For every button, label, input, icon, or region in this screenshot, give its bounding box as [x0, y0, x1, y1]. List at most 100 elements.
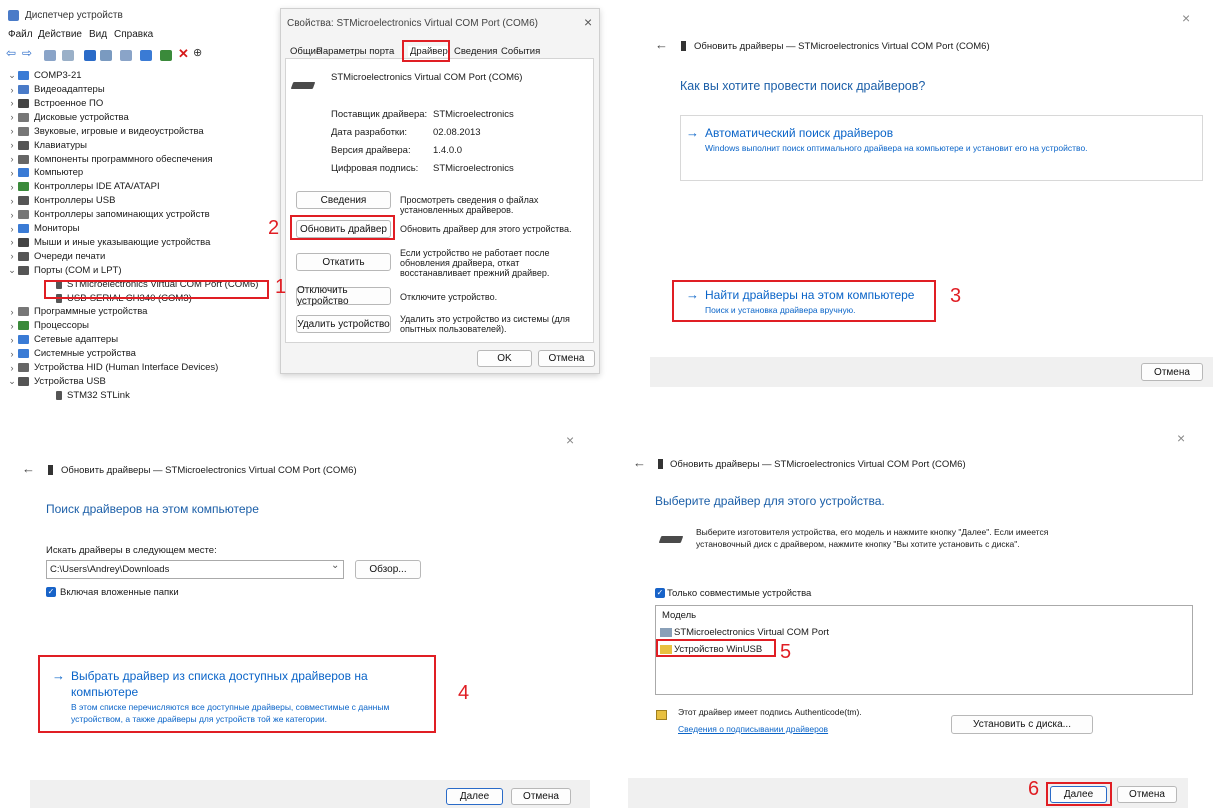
- tree-item[interactable]: › Очереди печати: [6, 250, 106, 263]
- disable-device-button[interactable]: Отключить устройство: [296, 285, 391, 307]
- tree-item[interactable]: › Дисковые устройства: [6, 111, 129, 124]
- wizard-footer: [30, 780, 590, 808]
- cancel-button[interactable]: Отмена: [1141, 363, 1203, 381]
- tree-item[interactable]: › Сетевые адаптеры: [6, 333, 119, 346]
- tree-item[interactable]: › Мыши и иные указывающие устройства: [6, 236, 211, 249]
- menu-view[interactable]: Вид: [89, 29, 107, 40]
- list-icon[interactable]: [100, 50, 112, 61]
- menu-file[interactable]: Файл: [8, 29, 33, 40]
- wizard-footer: [650, 357, 1213, 387]
- close-icon[interactable]: ×: [1182, 10, 1190, 26]
- include-subfolders-checkbox[interactable]: ✓: [46, 587, 56, 597]
- device-category-icon: [18, 307, 29, 317]
- tree-item-label: Очереди печати: [34, 250, 106, 262]
- tree-item[interactable]: ⌄ Устройства USB: [6, 375, 106, 388]
- close-icon[interactable]: ×: [1177, 430, 1185, 446]
- back-arrow-icon[interactable]: ←: [22, 461, 35, 476]
- tree-item[interactable]: › Процессоры: [6, 319, 90, 332]
- update-driver-icon[interactable]: [160, 50, 172, 61]
- tree-item[interactable]: › Устройства HID (Human Interface Devices…: [6, 361, 219, 374]
- view-icon[interactable]: [62, 50, 74, 61]
- tree-root-label: COMP3-21: [34, 70, 82, 81]
- tree-item[interactable]: STM32 STLink: [44, 389, 130, 402]
- device-category-icon: [18, 85, 29, 94]
- tree-item[interactable]: › Компоненты программного обеспечения: [6, 153, 213, 166]
- chevron-right-icon[interactable]: ›: [6, 251, 18, 261]
- chevron-right-icon[interactable]: ›: [6, 224, 18, 234]
- chevron-right-icon[interactable]: ›: [6, 349, 18, 359]
- properties-close-icon[interactable]: ×: [584, 14, 592, 30]
- chevron-right-icon[interactable]: ›: [6, 237, 18, 247]
- path-input[interactable]: C:\Users\Andrey\Downloads: [50, 564, 169, 575]
- chevron-right-icon[interactable]: ›: [6, 85, 18, 95]
- tree-item[interactable]: › Встроенное ПО: [6, 97, 104, 110]
- chevron-down-icon[interactable]: ⌄: [6, 265, 18, 276]
- tree-item[interactable]: › Клавиатуры: [6, 139, 88, 152]
- ok-button[interactable]: OK: [477, 350, 532, 367]
- monitor-icon[interactable]: [140, 50, 152, 61]
- chevron-down-icon[interactable]: ⌄: [331, 560, 339, 571]
- tab-details[interactable]: Сведения: [454, 46, 497, 57]
- chevron-right-icon[interactable]: ›: [6, 140, 18, 150]
- update-driver-desc: Обновить драйвер для этого устройства.: [400, 224, 572, 234]
- tab-events[interactable]: События: [501, 46, 540, 57]
- chevron-down-icon[interactable]: ⌄: [6, 376, 18, 387]
- tree-item[interactable]: › Видеоадаптеры: [6, 83, 105, 96]
- chevron-right-icon[interactable]: ›: [6, 154, 18, 164]
- properties-icon[interactable]: [44, 50, 56, 61]
- driver-date-label: Дата разработки:: [331, 127, 408, 138]
- install-from-disk-button[interactable]: Установить с диска...: [951, 715, 1093, 734]
- back-icon[interactable]: ⇦: [6, 46, 16, 60]
- driver-details-button[interactable]: Сведения: [296, 191, 391, 209]
- back-arrow-icon[interactable]: ←: [655, 37, 668, 52]
- device-category-icon: [18, 251, 29, 261]
- chevron-right-icon[interactable]: ›: [6, 210, 18, 220]
- back-arrow-icon[interactable]: ←: [633, 455, 646, 470]
- tree-item-label: Программные устройства: [34, 306, 148, 318]
- chevron-right-icon[interactable]: ›: [6, 98, 18, 108]
- help-icon[interactable]: [84, 50, 96, 61]
- compatible-checkbox[interactable]: ✓: [655, 588, 665, 598]
- chevron-right-icon[interactable]: ›: [6, 335, 18, 345]
- rollback-driver-button[interactable]: Откатить: [296, 253, 391, 271]
- tree-item[interactable]: › Контроллеры USB: [6, 194, 116, 207]
- tab-port-settings[interactable]: Параметры порта: [316, 46, 394, 57]
- tree-item[interactable]: › Программные устройства: [6, 305, 148, 318]
- menu-action[interactable]: Действие: [38, 29, 82, 40]
- tree-root[interactable]: ⌄ COMP3-21: [6, 69, 82, 82]
- scan-icon[interactable]: [120, 50, 132, 61]
- tree-item-label: Компоненты программного обеспечения: [34, 153, 213, 165]
- chevron-right-icon[interactable]: ›: [6, 196, 18, 206]
- signed-text: Этот драйвер имеет подпись Authenticode(…: [678, 707, 862, 717]
- tree-item[interactable]: ⌄ Порты (COM и LPT): [6, 264, 121, 277]
- tree-item[interactable]: › Системные устройства: [6, 347, 136, 360]
- chevron-right-icon[interactable]: ›: [6, 321, 18, 331]
- chevron-right-icon[interactable]: ›: [6, 126, 18, 136]
- cancel-button[interactable]: Отмена: [538, 350, 595, 367]
- chevron-right-icon[interactable]: ›: [6, 112, 18, 122]
- signing-info-link[interactable]: Сведения о подписывании драйверов: [678, 724, 828, 734]
- tree-item[interactable]: › Мониторы: [6, 222, 80, 235]
- uninstall-device-desc: Удалить это устройство из системы (для о…: [400, 314, 570, 334]
- uninstall-device-button[interactable]: Удалить устройство: [296, 315, 391, 333]
- tree-item[interactable]: › Контроллеры запоминающих устройств: [6, 208, 210, 221]
- menu-help[interactable]: Справка: [114, 29, 153, 40]
- tree-item[interactable]: › Контроллеры IDE ATA/ATAPI: [6, 180, 160, 193]
- download-icon[interactable]: ⊕: [193, 46, 202, 59]
- tree-item[interactable]: › Звуковые, игровые и видеоустройства: [6, 125, 204, 138]
- chevron-right-icon[interactable]: ›: [6, 168, 18, 178]
- cancel-button[interactable]: Отмена: [1117, 786, 1177, 803]
- uninstall-icon[interactable]: ✕: [178, 46, 189, 62]
- forward-icon[interactable]: ⇨: [22, 46, 32, 60]
- close-icon[interactable]: ×: [566, 432, 574, 448]
- chevron-right-icon[interactable]: ›: [6, 307, 18, 317]
- chevron-right-icon[interactable]: ›: [6, 182, 18, 192]
- model-item-stm[interactable]: STMicroelectronics Virtual COM Port: [660, 626, 829, 638]
- next-button[interactable]: Далее: [446, 788, 503, 805]
- browse-button[interactable]: Обзор...: [355, 560, 421, 579]
- tree-item[interactable]: › Компьютер: [6, 166, 84, 179]
- device-category-icon: [18, 140, 29, 150]
- chevron-right-icon[interactable]: ›: [6, 363, 18, 373]
- driver-details-desc: Просмотреть сведения о файлах установлен…: [400, 195, 539, 215]
- cancel-button[interactable]: Отмена: [511, 788, 571, 805]
